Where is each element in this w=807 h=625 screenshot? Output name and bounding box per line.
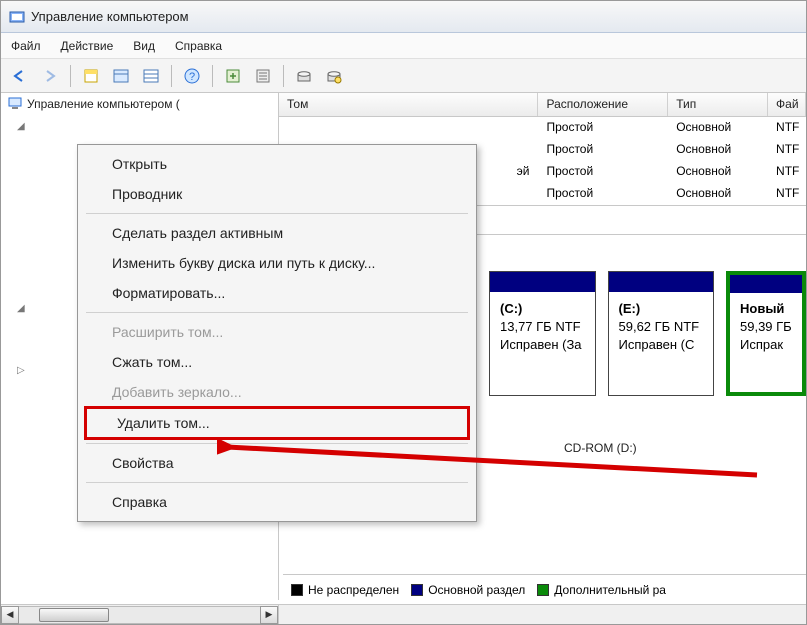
col-type[interactable]: Тип [668, 93, 768, 116]
toolbar-separator [70, 65, 71, 87]
table-header: Том Расположение Тип Фай [279, 93, 806, 117]
window-title: Управление компьютером [31, 9, 189, 24]
partition-size: 59,39 ГБ [740, 319, 792, 334]
partition-header [490, 272, 595, 292]
scroll-track[interactable] [19, 606, 260, 624]
svg-text:?: ? [189, 71, 195, 83]
partition-header [609, 272, 714, 292]
menu-make-active[interactable]: Сделать раздел активным [80, 218, 474, 248]
partition-status: Испрак [740, 337, 783, 352]
tree-hscrollbar[interactable]: ◀ ▶ [1, 604, 279, 624]
partition-size: 59,62 ГБ NTF [619, 319, 700, 334]
menubar: Файл Действие Вид Справка [1, 33, 806, 59]
legend-unallocated: Не распределен [291, 583, 399, 597]
disk-settings-icon[interactable] [321, 63, 347, 89]
list-icon[interactable] [138, 63, 164, 89]
help-icon[interactable]: ? [179, 63, 205, 89]
menu-view[interactable]: Вид [133, 39, 155, 53]
legend-bar: Не распределен Основной раздел Дополните… [283, 574, 806, 604]
scroll-right-button[interactable]: ▶ [260, 606, 278, 624]
action-icon-2[interactable] [250, 63, 276, 89]
menu-shrink[interactable]: Сжать том... [80, 347, 474, 377]
swatch-black [291, 584, 303, 596]
legend-extended: Дополнительный ра [537, 583, 666, 597]
menu-help[interactable]: Справка [175, 39, 222, 53]
content-hscrollbar[interactable] [279, 604, 806, 624]
toolbar: ? [1, 59, 806, 93]
col-layout[interactable]: Расположение [538, 93, 668, 116]
menu-properties[interactable]: Свойства [80, 448, 474, 478]
titlebar: Управление компьютером [1, 1, 806, 33]
app-icon [9, 9, 25, 25]
toolbar-separator [212, 65, 213, 87]
partition-e[interactable]: (E:) 59,62 ГБ NTF Исправен (С [608, 271, 715, 396]
partition-size: 13,77 ГБ NTF [500, 319, 581, 334]
nav-forward-button[interactable] [37, 63, 63, 89]
scroll-left-button[interactable]: ◀ [1, 606, 19, 624]
partition-label: (C:) [500, 301, 522, 316]
toolbar-separator [283, 65, 284, 87]
swatch-green [537, 584, 549, 596]
partition-c[interactable]: (C:) 13,77 ГБ NTF Исправен (За [489, 271, 596, 396]
col-volume[interactable]: Том [279, 93, 538, 116]
menu-open[interactable]: Открыть [80, 149, 474, 179]
swatch-navy [411, 584, 423, 596]
menu-separator [86, 482, 468, 483]
col-fs[interactable]: Фай [768, 93, 806, 116]
partition-label: Новый [740, 301, 784, 316]
menu-format[interactable]: Форматировать... [80, 278, 474, 308]
menu-extend: Расширить том... [80, 317, 474, 347]
menu-file[interactable]: Файл [11, 39, 41, 53]
menu-separator [86, 312, 468, 313]
menu-add-mirror: Добавить зеркало... [80, 377, 474, 407]
menu-separator [86, 443, 468, 444]
partition-status: Исправен (С [619, 337, 695, 352]
menu-separator [86, 213, 468, 214]
tree-item[interactable]: ◢ [1, 115, 278, 137]
expander-icon[interactable]: ▷ [17, 365, 27, 376]
legend-primary: Основной раздел [411, 583, 525, 597]
action-icon-1[interactable] [220, 63, 246, 89]
scroll-thumb[interactable] [39, 608, 109, 622]
partition-status: Исправен (За [500, 337, 582, 352]
partition-new[interactable]: Новый 59,39 ГБ Испрак [726, 271, 806, 396]
menu-change-letter[interactable]: Изменить букву диска или путь к диску... [80, 248, 474, 278]
context-menu: Открыть Проводник Сделать раздел активны… [77, 144, 477, 522]
menu-help[interactable]: Справка [80, 487, 474, 517]
computer-icon [7, 95, 23, 114]
cdrom-row[interactable]: CD-ROM (D:) [564, 441, 637, 455]
nav-back-button[interactable] [7, 63, 33, 89]
menu-delete-volume[interactable]: Удалить том... [84, 406, 470, 440]
table-row[interactable]: Простой Основной NTF [279, 117, 806, 139]
disk-icon-1[interactable] [291, 63, 317, 89]
toolbar-separator [171, 65, 172, 87]
tree-root[interactable]: Управление компьютером ( [1, 93, 278, 115]
tree-root-label: Управление компьютером ( [27, 97, 180, 111]
expander-icon[interactable]: ◢ [17, 121, 27, 132]
properties-icon[interactable] [78, 63, 104, 89]
menu-action[interactable]: Действие [61, 39, 114, 53]
menu-explorer[interactable]: Проводник [80, 179, 474, 209]
view-icon[interactable] [108, 63, 134, 89]
partition-label: (E:) [619, 301, 641, 316]
partition-header [730, 275, 802, 293]
expander-icon[interactable]: ◢ [17, 303, 27, 314]
